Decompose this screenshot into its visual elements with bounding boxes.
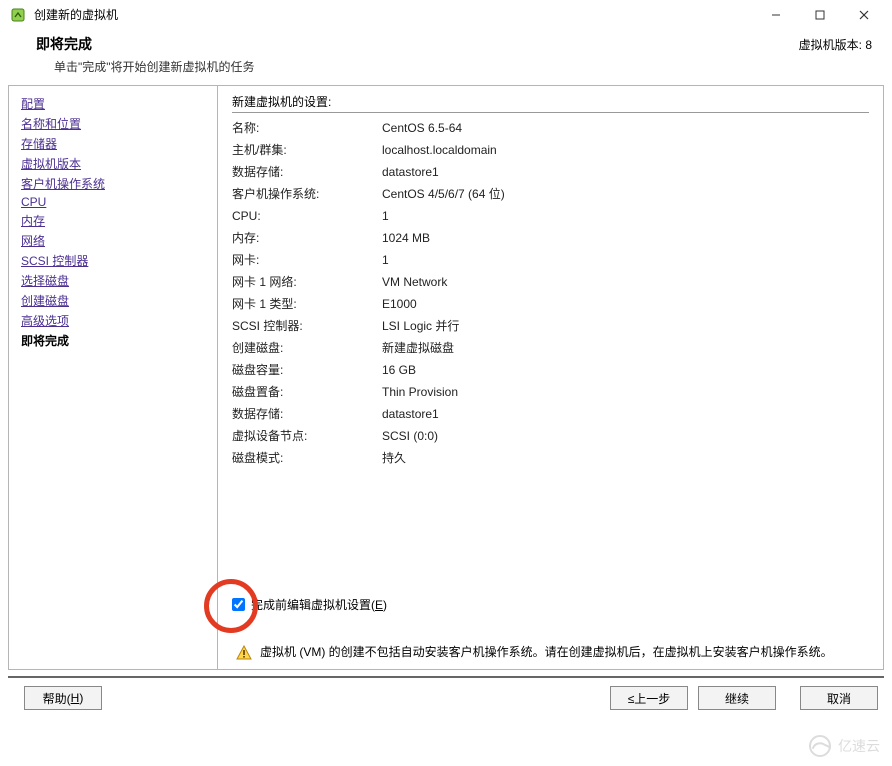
wizard-header: 即将完成 单击"完成"将开始创建新虚拟机的任务 虚拟机版本: 8 <box>0 30 892 85</box>
edit-before-finish-label[interactable]: 完成前编辑虚拟机设置(E) <box>251 596 387 613</box>
sidebar-step-network[interactable]: 网络 <box>21 232 205 249</box>
help-button[interactable]: 帮助(H) <box>24 686 102 710</box>
watermark: 亿速云 <box>806 733 886 762</box>
wizard-steps-sidebar: 配置 名称和位置 存储器 虚拟机版本 客户机操作系统 CPU 内存 网络 SCS… <box>8 85 218 670</box>
settings-table: 名称:CentOS 6.5-64 主机/群集:localhost.localdo… <box>232 117 869 469</box>
app-icon <box>10 7 26 23</box>
settings-row: 磁盘置备:Thin Provision <box>232 381 869 403</box>
warning-icon <box>236 645 252 661</box>
sidebar-step-advanced[interactable]: 高级选项 <box>21 312 205 329</box>
settings-row: SCSI 控制器:LSI Logic 并行 <box>232 315 869 337</box>
page-title: 即将完成 <box>36 34 872 54</box>
sidebar-step-name-location[interactable]: 名称和位置 <box>21 115 205 132</box>
sidebar-step-config[interactable]: 配置 <box>21 95 205 112</box>
window-titlebar: 创建新的虚拟机 <box>0 0 892 30</box>
settings-row: 虚拟设备节点:SCSI (0:0) <box>232 425 869 447</box>
sidebar-step-select-disk[interactable]: 选择磁盘 <box>21 272 205 289</box>
sidebar-step-scsi[interactable]: SCSI 控制器 <box>21 252 205 269</box>
sidebar-step-memory[interactable]: 内存 <box>21 212 205 229</box>
sidebar-step-cpu[interactable]: CPU <box>21 195 205 209</box>
settings-row: 磁盘容量:16 GB <box>232 359 869 381</box>
page-subtitle: 单击"完成"将开始创建新虚拟机的任务 <box>54 58 872 75</box>
settings-row: 网卡 1 网络:VM Network <box>232 271 869 293</box>
wizard-footer: 帮助(H) ≤上一步 继续 取消 <box>8 676 884 718</box>
sidebar-step-finish: 即将完成 <box>21 332 205 349</box>
wizard-main-panel: 新建虚拟机的设置: 名称:CentOS 6.5-64 主机/群集:localho… <box>218 85 884 670</box>
settings-row: 客户机操作系统:CentOS 4/5/6/7 (64 位) <box>232 183 869 205</box>
sidebar-step-vm-version[interactable]: 虚拟机版本 <box>21 155 205 172</box>
continue-button[interactable]: 继续 <box>698 686 776 710</box>
minimize-button[interactable] <box>754 3 798 27</box>
settings-row: 创建磁盘:新建虚拟磁盘 <box>232 337 869 359</box>
settings-row: 主机/群集:localhost.localdomain <box>232 139 869 161</box>
svg-text:亿速云: 亿速云 <box>838 738 880 754</box>
vm-version-label: 虚拟机版本: 8 <box>799 36 872 53</box>
sidebar-step-storage[interactable]: 存储器 <box>21 135 205 152</box>
wizard-body: 配置 名称和位置 存储器 虚拟机版本 客户机操作系统 CPU 内存 网络 SCS… <box>0 85 892 670</box>
sidebar-step-guest-os[interactable]: 客户机操作系统 <box>21 175 205 192</box>
settings-row: CPU:1 <box>232 205 869 227</box>
sidebar-step-create-disk[interactable]: 创建磁盘 <box>21 292 205 309</box>
window-title: 创建新的虚拟机 <box>34 6 118 23</box>
settings-row: 网卡 1 类型:E1000 <box>232 293 869 315</box>
edit-before-finish-row: 完成前编辑虚拟机设置(E) <box>226 596 869 613</box>
maximize-button[interactable] <box>798 3 842 27</box>
settings-row: 名称:CentOS 6.5-64 <box>232 117 869 139</box>
close-button[interactable] <box>842 3 886 27</box>
info-note: 虚拟机 (VM) 的创建不包括自动安装客户机操作系统。请在创建虚拟机后，在虚拟机… <box>226 643 869 661</box>
settings-section-title: 新建虚拟机的设置: <box>232 93 869 113</box>
settings-row: 数据存储:datastore1 <box>232 161 869 183</box>
settings-row: 磁盘模式:持久 <box>232 447 869 469</box>
back-button[interactable]: ≤上一步 <box>610 686 688 710</box>
cancel-button[interactable]: 取消 <box>800 686 878 710</box>
info-message: 虚拟机 (VM) 的创建不包括自动安装客户机操作系统。请在创建虚拟机后，在虚拟机… <box>260 643 869 661</box>
settings-row: 网卡:1 <box>232 249 869 271</box>
settings-row: 内存:1024 MB <box>232 227 869 249</box>
settings-row: 数据存储:datastore1 <box>232 403 869 425</box>
edit-before-finish-checkbox[interactable] <box>232 598 245 611</box>
